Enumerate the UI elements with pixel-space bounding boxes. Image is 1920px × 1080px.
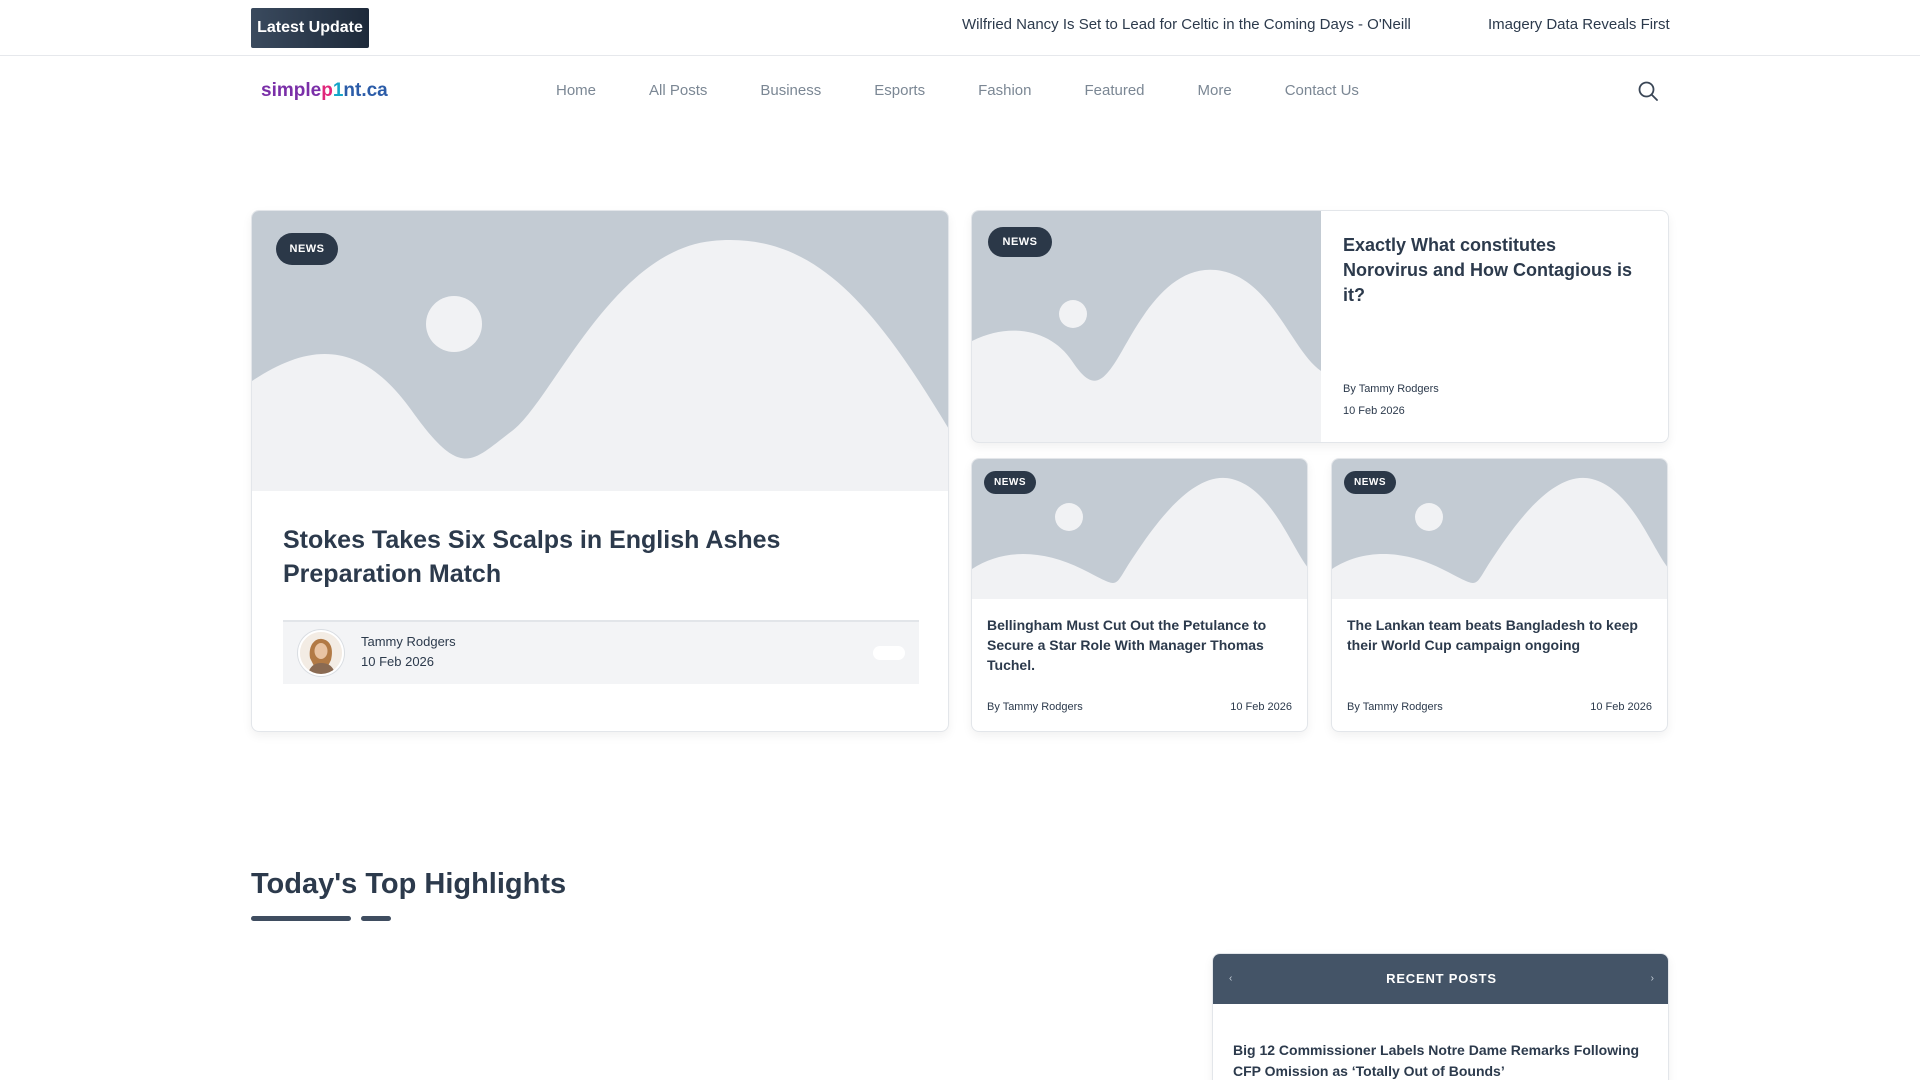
- nav-item-home[interactable]: Home: [556, 82, 596, 99]
- logo-text: nt.ca: [343, 80, 388, 101]
- ticker-bar: Latest Update Wilfried Nancy Is Set to L…: [0, 0, 1920, 56]
- nav-item-more[interactable]: More: [1198, 82, 1232, 99]
- share-pill[interactable]: [873, 646, 905, 660]
- post-date: 10 Feb 2026: [1343, 405, 1405, 417]
- author-name[interactable]: Tammy Rodgers: [361, 634, 456, 649]
- section-title: Today's Top Highlights: [251, 868, 567, 900]
- post-title[interactable]: Stokes Takes Six Scalps in English Ashes…: [283, 523, 923, 591]
- nav-item-contact-us[interactable]: Contact Us: [1285, 82, 1359, 99]
- featured-post-card[interactable]: NEWS Stokes Takes Six Scalps in English …: [251, 210, 949, 732]
- recent-post-link[interactable]: Big 12 Commissioner Labels Notre Dame Re…: [1233, 1040, 1653, 1080]
- post-card-small[interactable]: NEWS Bellingham Must Cut Out the Petulan…: [971, 458, 1308, 732]
- latest-update-badge: Latest Update: [251, 8, 369, 48]
- avatar[interactable]: [298, 630, 344, 676]
- site-header: simplep1nt.ca Home All Posts Business Es…: [0, 56, 1920, 128]
- author-info: Tammy Rodgers 10 Feb 2026: [283, 620, 919, 684]
- image-placeholder: [252, 211, 948, 491]
- post-title[interactable]: The Lankan team beats Bangladesh to keep…: [1347, 615, 1647, 655]
- post-date: 10 Feb 2026: [361, 654, 435, 669]
- post-card-wide[interactable]: NEWS Exactly What constitutes Norovirus …: [971, 210, 1669, 443]
- logo-text: p: [321, 80, 333, 101]
- post-author[interactable]: By Tammy Rodgers: [987, 701, 1083, 713]
- category-badge[interactable]: NEWS: [1344, 471, 1396, 494]
- post-title[interactable]: Bellingham Must Cut Out the Petulance to…: [987, 615, 1287, 675]
- section-underline: [361, 916, 391, 921]
- post-title[interactable]: Exactly What constitutes Norovirus and H…: [1343, 233, 1643, 308]
- main-nav: Home All Posts Business Esports Fashion …: [556, 82, 1412, 99]
- chevron-right-icon[interactable]: ›: [1651, 954, 1654, 1004]
- logo-text: 1: [332, 80, 344, 101]
- nav-item-business[interactable]: Business: [760, 82, 821, 99]
- search-icon[interactable]: [1637, 80, 1659, 102]
- recent-posts-widget: ‹ RECENT POSTS › Big 12 Commissioner Lab…: [1212, 953, 1669, 1080]
- category-badge[interactable]: NEWS: [984, 471, 1036, 494]
- category-badge[interactable]: NEWS: [276, 233, 338, 265]
- recent-posts-header: ‹ RECENT POSTS ›: [1213, 954, 1668, 1004]
- nav-item-fashion[interactable]: Fashion: [978, 82, 1031, 99]
- recent-posts-title: RECENT POSTS: [1386, 971, 1497, 986]
- section-underline: [251, 916, 351, 921]
- ticker-headline[interactable]: Imagery Data Reveals First: [1488, 16, 1670, 33]
- site-logo[interactable]: simplep1nt.ca: [261, 80, 388, 102]
- post-date: 10 Feb 2026: [1230, 701, 1292, 713]
- nav-item-featured[interactable]: Featured: [1084, 82, 1144, 99]
- post-date: 10 Feb 2026: [1590, 701, 1652, 713]
- nav-item-all-posts[interactable]: All Posts: [649, 82, 707, 99]
- post-author[interactable]: By Tammy Rodgers: [1347, 701, 1443, 713]
- ticker-headline[interactable]: Wilfried Nancy Is Set to Lead for Celtic…: [962, 16, 1411, 33]
- post-card-small[interactable]: NEWS The Lankan team beats Bangladesh to…: [1331, 458, 1668, 732]
- category-badge[interactable]: NEWS: [988, 227, 1052, 257]
- post-author[interactable]: By Tammy Rodgers: [1343, 383, 1439, 395]
- nav-item-esports[interactable]: Esports: [874, 82, 925, 99]
- logo-text: simple: [261, 80, 322, 101]
